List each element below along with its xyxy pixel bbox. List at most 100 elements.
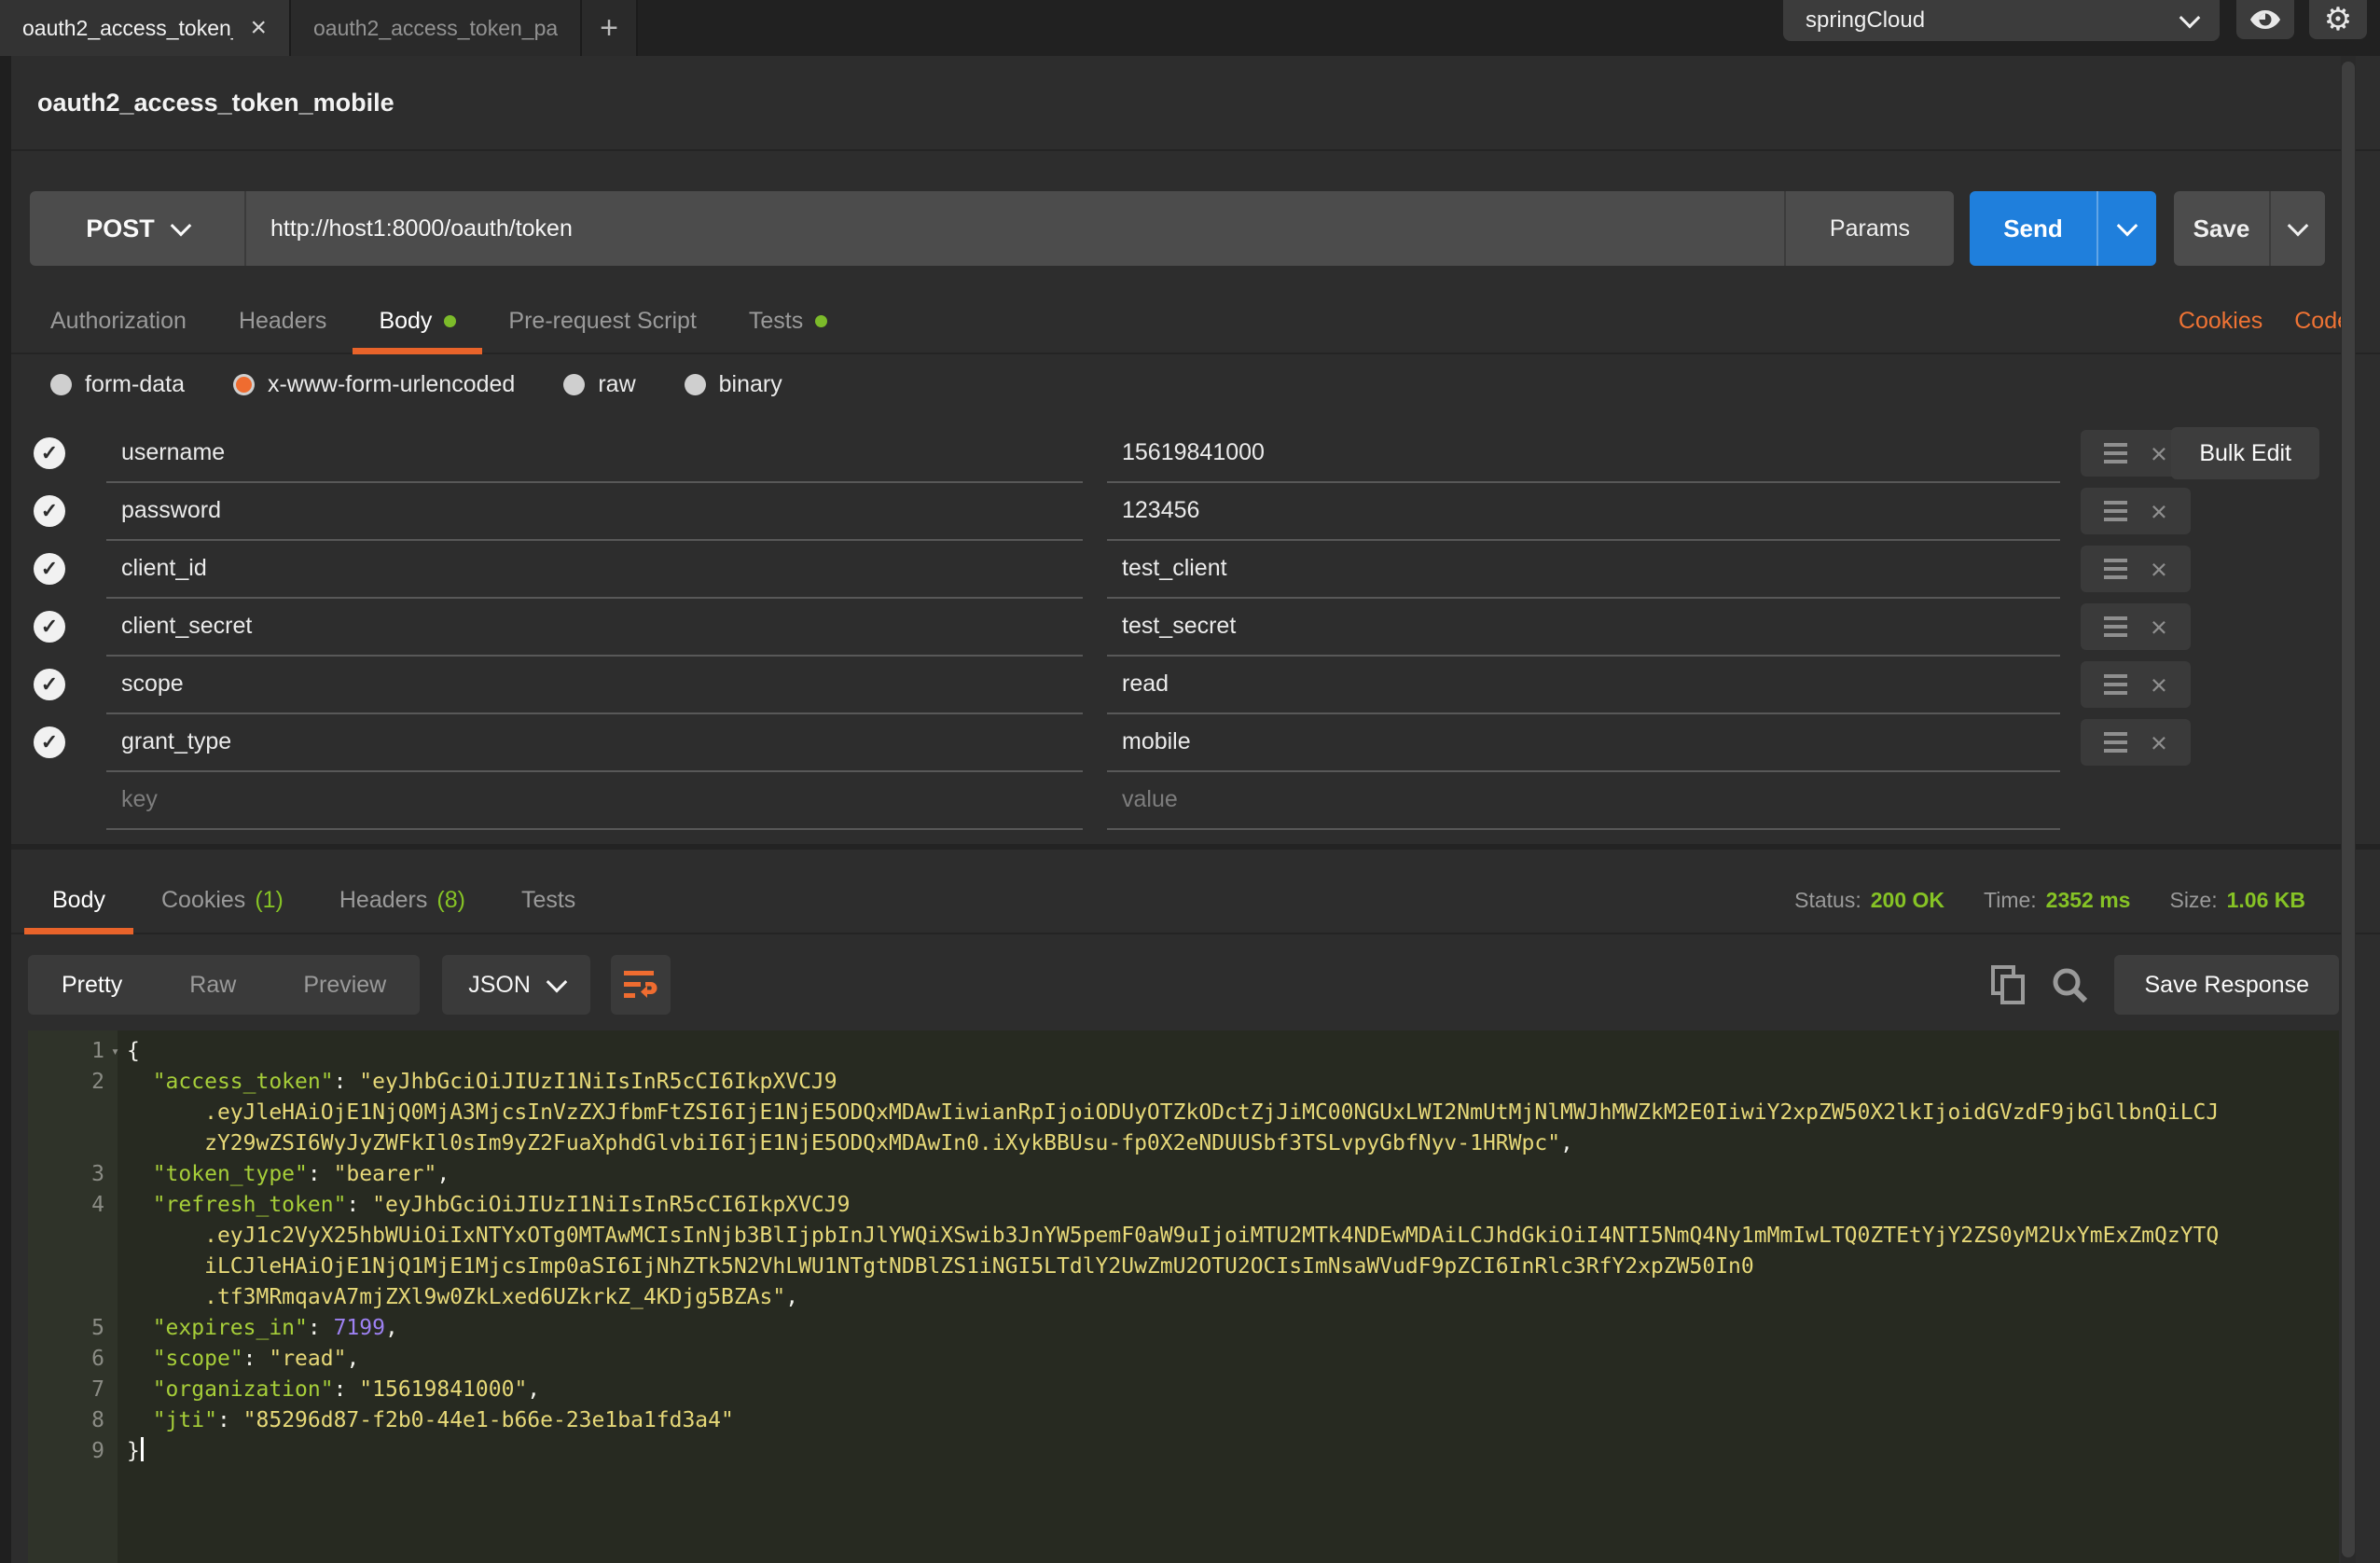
response-tab-headers[interactable]: Headers(8) [311,867,493,933]
tab-label: Body [52,887,105,914]
response-body-editor[interactable]: 1▾{2 "access_token": "eyJhbGciOiJIUzI1Ni… [28,1030,2339,1563]
drag-handle-icon[interactable] [2104,567,2127,571]
format-select[interactable]: JSON [442,955,590,1015]
environment-name: springCloud [1806,7,1925,34]
checkbox-checked-icon[interactable]: ✓ [34,726,65,758]
key-field[interactable]: client_id [106,539,1083,599]
save-response-button[interactable]: Save Response [2114,955,2339,1015]
body-type-form-data[interactable]: form-data [50,371,185,398]
remove-row-icon[interactable]: × [2151,497,2167,526]
tab-label: Cookies [161,887,245,914]
key-field[interactable]: client_secret [106,597,1083,657]
environment-select[interactable]: springCloud [1783,0,2220,41]
params-button[interactable]: Params [1784,191,1954,266]
line-number [28,1098,118,1128]
tab-label: Headers [239,308,327,335]
code-line: .eyJ1c2VyX25hbWUiOiIxNTYxOTg0MTAwMCIsInN… [28,1221,2339,1252]
chevron-down-icon [2179,7,2201,29]
value-field[interactable]: 123456 [1107,481,2060,541]
tab-body[interactable]: Body [353,289,482,353]
value-field[interactable]: test_secret [1107,597,2060,657]
code-token: , [346,1347,359,1371]
checkbox-checked-icon[interactable]: ✓ [34,611,65,643]
drag-handle-icon[interactable] [2104,683,2127,686]
checkbox-checked-icon[interactable]: ✓ [34,553,65,585]
body-type-raw[interactable]: raw [563,371,635,398]
radio-icon[interactable] [50,374,72,395]
remove-row-icon[interactable]: × [2151,728,2167,757]
code-content: .eyJ1c2VyX25hbWUiOiIxNTYxOTg0MTAwMCIsInN… [118,1221,2219,1252]
key-field[interactable]: key [106,770,1083,830]
body-type-options: form-data x-www-form-urlencoded raw binary [50,371,782,398]
body-type-binary[interactable]: binary [685,371,782,398]
remove-row-icon[interactable]: × [2151,671,2167,699]
save-button-group: Save [2174,191,2325,266]
key-field[interactable]: username [106,423,1083,483]
environment-preview-button[interactable] [2236,0,2294,39]
workspace-tab-label: oauth2_access_token_passw [313,16,558,41]
line-number [28,1282,118,1313]
view-mode-preview[interactable]: Preview [270,972,420,999]
value-field[interactable]: mobile [1107,712,2060,772]
request-tab-list: Authorization Headers BodyPre-request Scri… [24,289,853,353]
tab-authorization[interactable]: Authorization [24,289,213,353]
response-tab-body[interactable]: Body [24,867,133,933]
value-field[interactable]: test_client [1107,539,2060,599]
scrollbar-thumb[interactable] [2342,62,2355,1557]
new-tab-button[interactable]: + [582,0,638,56]
copy-response-button[interactable] [1991,965,2025,1004]
value-field[interactable]: value [1107,770,2060,830]
code-line: 7 "organization": "15619841000", [28,1375,2339,1405]
key-field[interactable]: password [106,481,1083,541]
cookies-link[interactable]: Cookies [2179,308,2262,335]
key-field[interactable]: scope [106,655,1083,714]
value-field[interactable]: 15619841000 [1107,423,2060,483]
checkbox-checked-icon[interactable]: ✓ [34,669,65,700]
wrap-lines-button[interactable] [611,955,671,1015]
remove-row-icon[interactable]: × [2151,555,2167,584]
workspace-tab-label: oauth2_access_token_ [22,16,233,41]
radio-icon[interactable] [685,374,706,395]
remove-row-icon[interactable]: × [2151,439,2167,468]
drag-handle-icon[interactable] [2104,509,2127,513]
tab-headers[interactable]: Headers [213,289,353,353]
view-mode-raw[interactable]: Raw [156,972,270,999]
close-icon[interactable]: × [250,14,267,42]
view-mode-pretty[interactable]: Pretty [28,972,156,999]
checkbox-checked-icon[interactable]: ✓ [34,437,65,469]
code-token: , [527,1377,540,1402]
workspace-tab[interactable]: oauth2_access_token_passw [291,0,582,56]
radio-icon[interactable] [233,374,255,395]
tab-label: Tests [521,887,575,914]
workspace-tab[interactable]: oauth2_access_token_ × [0,0,291,56]
search-response-button[interactable] [2051,966,2088,1003]
body-type-x-www-form-urlencoded[interactable]: x-www-form-urlencoded [233,371,515,398]
save-button[interactable]: Save [2174,191,2269,266]
tab-tests[interactable]: Tests [723,289,853,353]
table-row: ✓ grant_type mobile × [30,713,2191,771]
radio-icon[interactable] [563,374,585,395]
drag-handle-icon[interactable] [2104,451,2127,455]
method-select[interactable]: POST [30,191,246,266]
response-tab-cookies[interactable]: Cookies(1) [133,867,311,933]
checkbox-checked-icon[interactable]: ✓ [34,495,65,527]
bulk-edit-button[interactable]: Bulk Edit [2171,427,2319,479]
code-content: "refresh_token": "eyJhbGciOiJIUzI1NiIsIn… [118,1190,850,1221]
value-field[interactable]: read [1107,655,2060,714]
tab-pre-request-script[interactable]: Pre-request Script [482,289,722,353]
key-field[interactable]: grant_type [106,712,1083,772]
send-options-button[interactable] [2096,191,2156,266]
remove-row-icon[interactable]: × [2151,613,2167,642]
drag-handle-icon[interactable] [2104,625,2127,629]
url-input[interactable]: http://host1:8000/oauth/token [246,191,1784,266]
fold-arrow-icon[interactable]: ▾ [111,1036,119,1067]
code-content: .eyJleHAiOjE1NjQ0MjA3MjcsInVzZXJfbmFtZSI… [118,1098,2219,1128]
response-tab-tests[interactable]: Tests [493,867,603,933]
radio-label: binary [719,371,782,398]
vertical-scrollbar[interactable] [2341,56,2356,1563]
settings-button[interactable]: ⚙ [2309,0,2367,39]
save-options-button[interactable] [2269,191,2325,266]
drag-handle-icon[interactable] [2104,740,2127,744]
send-button[interactable]: Send [1970,191,2096,266]
code-content: iLCJleHAiOjE1NjQ1MjE1MjcsImp0aSI6IjNhZTk… [118,1252,1754,1282]
